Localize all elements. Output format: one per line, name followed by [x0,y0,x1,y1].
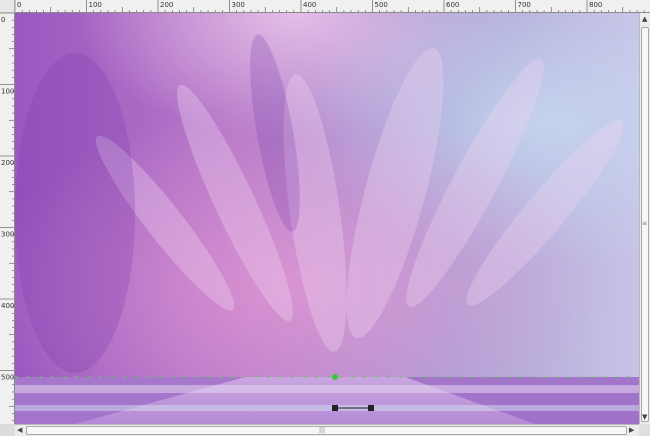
vertical-ruler-label: 400 [1,302,14,310]
horizontal-ruler-label: 700 [518,1,531,9]
image-canvas[interactable] [15,13,639,424]
vertical-ruler-label: 0 [1,16,5,24]
vertical-ruler-label: 500 [1,374,14,382]
scroll-right-arrow-icon[interactable]: ▶ [629,427,634,434]
vertical-ruler-ticks: 0 100 200 300 400 500 [0,13,14,421]
horizontal-ruler-label: 600 [446,1,459,9]
horizontal-ruler-ticks: 0 100 200 300 400 500 600 700 800 [15,0,645,12]
horizontal-scrollbar[interactable]: ◀ ||| ▶ [15,424,639,436]
vertical-ruler-label: 100 [1,88,14,96]
horizontal-ruler-label: 0 [17,1,21,9]
horizon-control-point[interactable] [332,374,338,380]
vertical-ruler-label: 300 [1,231,14,239]
vertical-ruler-label: 200 [1,159,14,167]
vertical-scroll-thumb[interactable]: ≡ [641,27,649,422]
horizontal-ruler-label: 100 [89,1,102,9]
scroll-up-arrow-icon[interactable]: ▲ [642,16,647,23]
horizontal-scroll-thumb[interactable]: ||| [26,426,627,435]
vertical-ruler[interactable]: 0 100 200 300 400 500 [0,13,15,424]
horizontal-ruler-label: 300 [232,1,245,9]
horizontal-ruler[interactable]: 0 100 200 300 400 500 600 700 800 [15,0,650,13]
sky-image [15,13,639,424]
scroll-down-arrow-icon[interactable]: ▼ [642,414,647,421]
scrollbar-corner [639,424,650,436]
horizontal-ruler-label: 500 [375,1,388,9]
horizontal-ruler-label: 400 [303,1,316,9]
vertical-scrollbar[interactable]: ▲ ≡ ▼ [639,13,650,424]
vertical-grip-icon: ≡ [642,220,648,227]
horizontal-ruler-label: 200 [160,1,173,9]
horizontal-grip-icon: ||| [319,427,326,434]
ruler-corner [0,0,15,13]
scroll-left-arrow-icon[interactable]: ◀ [17,427,22,434]
horizontal-ruler-label: 800 [589,1,602,9]
